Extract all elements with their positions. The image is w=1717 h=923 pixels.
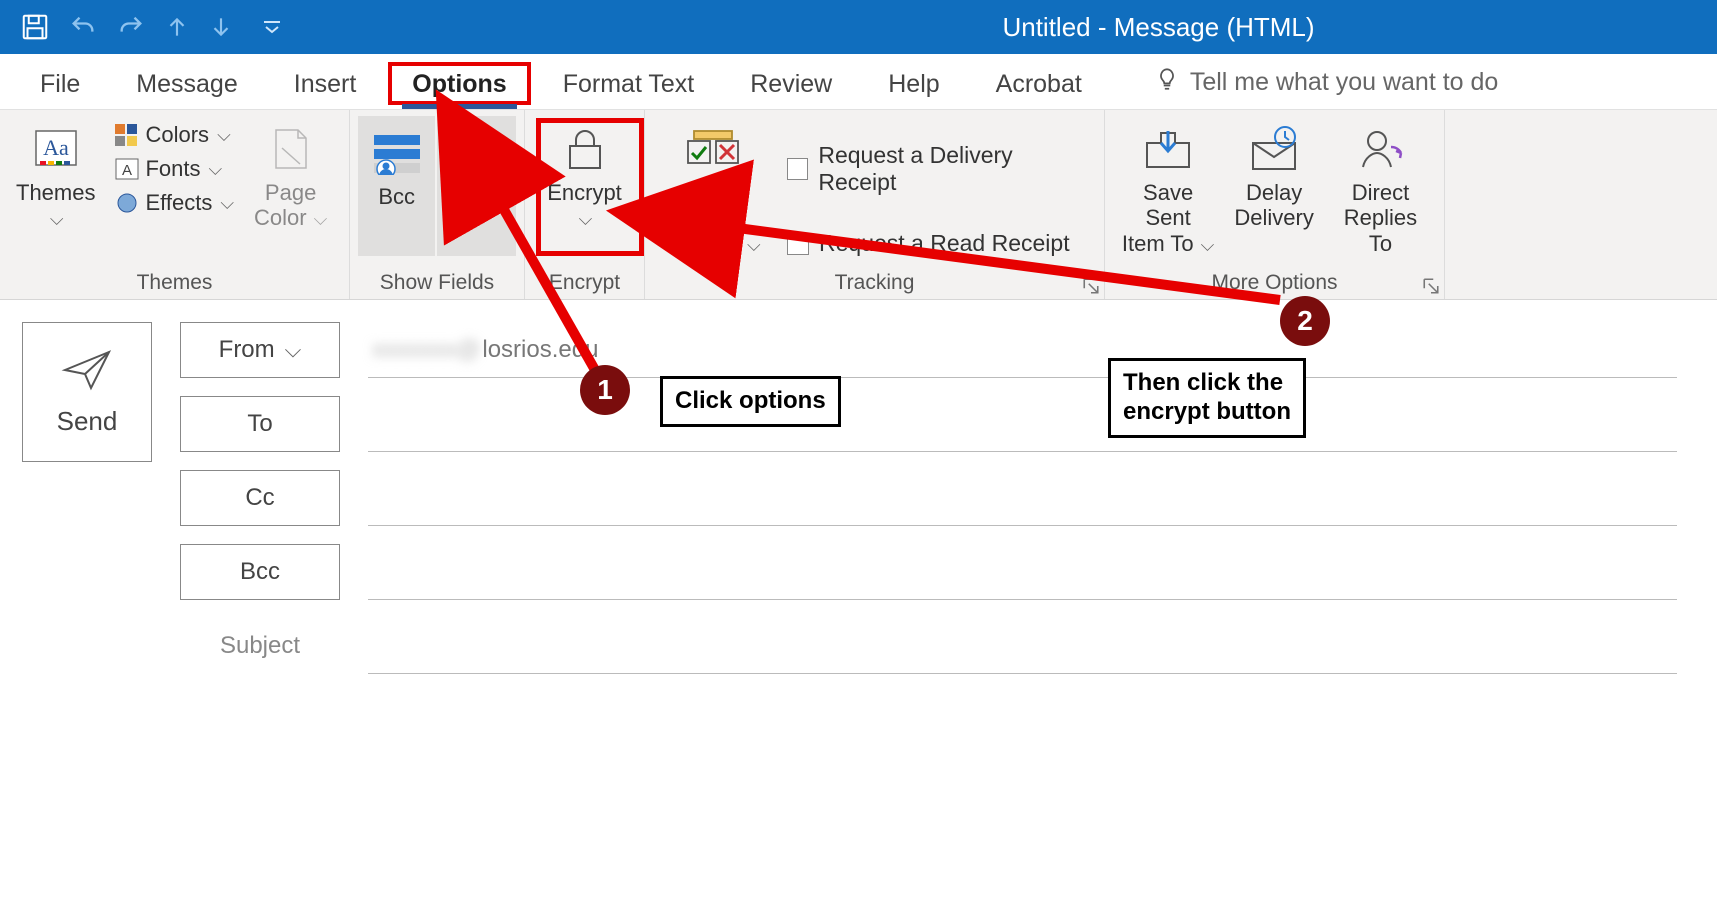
up-arrow-icon[interactable] — [164, 12, 190, 42]
page-color-label: Page Color — [254, 180, 316, 230]
subject-label: Subject — [180, 618, 340, 674]
ribbon-tabs: File Message Insert Options Format Text … — [0, 54, 1717, 110]
lightbulb-icon — [1154, 66, 1180, 99]
chevron-down-icon: ⌵ — [50, 209, 64, 229]
compose-area: Send From ⌵ To Cc Bcc Subject xxxxxxx@lo… — [0, 300, 1717, 674]
down-arrow-icon[interactable] — [208, 12, 234, 42]
undo-icon[interactable] — [68, 13, 98, 41]
save-sent-button[interactable]: Save Sent Item To ⌵ — [1113, 116, 1223, 260]
tell-me-search[interactable]: Tell me what you want to do — [1140, 56, 1513, 109]
qat-customize-icon[interactable] — [262, 19, 282, 35]
effects-button[interactable]: Effects ⌵ — [109, 188, 240, 218]
direct-replies-button[interactable]: Direct Replies To — [1325, 116, 1436, 260]
bcc-button[interactable]: Bcc — [358, 116, 435, 256]
save-sent-label: Save Sent Item To — [1122, 180, 1194, 256]
group-tracking: Use Voting Buttons ⌵ Request a Delivery … — [645, 110, 1105, 299]
chevron-down-icon: ⌵ — [209, 159, 223, 180]
from-btn-label: From — [219, 336, 275, 364]
tab-insert[interactable]: Insert — [266, 58, 385, 109]
colors-button[interactable]: Colors ⌵ — [109, 120, 240, 150]
tab-options[interactable]: Options — [384, 58, 534, 109]
dialog-launcher-icon[interactable] — [1422, 277, 1440, 295]
from-label: From — [451, 184, 502, 209]
to-input[interactable] — [368, 396, 1677, 452]
from-dropdown-button[interactable]: From ⌵ — [180, 322, 340, 378]
bcc-field-button[interactable]: Bcc — [180, 544, 340, 600]
chevron-down-icon: ⌵ — [1196, 235, 1215, 255]
tab-acrobat[interactable]: Acrobat — [968, 58, 1110, 109]
cc-input[interactable] — [368, 470, 1677, 526]
delivery-receipt-checkbox[interactable]: Request a Delivery Receipt — [779, 134, 1096, 204]
chevron-down-icon: ⌵ — [217, 125, 231, 146]
svg-text:A: A — [122, 162, 132, 179]
group-show-fields-label: Show Fields — [358, 267, 516, 297]
group-show-fields: Bcc From Show Fields — [350, 110, 525, 299]
encrypt-button[interactable]: Encrypt ⌵ — [539, 116, 630, 235]
bcc-label: Bcc — [378, 184, 415, 209]
fonts-label: Fonts — [145, 156, 200, 182]
fonts-button[interactable]: A Fonts ⌵ — [109, 154, 240, 184]
page-color-button[interactable]: Page Color ⌵ — [246, 116, 335, 235]
group-more-options: Save Sent Item To ⌵ Delay Delivery Direc… — [1105, 110, 1445, 299]
read-receipt-checkbox[interactable]: Request a Read Receipt — [779, 222, 1096, 265]
chevron-down-icon: ⌵ — [220, 193, 234, 214]
bcc-input[interactable] — [368, 544, 1677, 600]
ribbon: Aa Themes⌵ Colors⌵ A Fonts⌵ Effects⌵ — [0, 110, 1717, 300]
delivery-receipt-label: Request a Delivery Receipt — [818, 142, 1088, 196]
group-encrypt-label: Encrypt — [533, 267, 636, 297]
group-themes: Aa Themes⌵ Colors⌵ A Fonts⌵ Effects⌵ — [0, 110, 350, 299]
delay-delivery-label: Delay Delivery — [1234, 180, 1313, 231]
themes-label: Themes — [16, 180, 95, 205]
checkbox-icon — [787, 233, 809, 255]
voting-label: Use Voting Buttons — [665, 180, 743, 256]
encrypt-label: Encrypt — [547, 180, 622, 205]
field-inputs-column: xxxxxxx@losrios.edu — [368, 322, 1717, 674]
send-label: Send — [57, 406, 118, 437]
direct-replies-label: Direct Replies To — [1333, 180, 1428, 256]
chevron-down-icon: ⌵ — [309, 209, 328, 229]
themes-button[interactable]: Aa Themes ⌵ — [8, 116, 103, 235]
colors-label: Colors — [145, 122, 209, 148]
from-button[interactable]: From — [437, 116, 516, 256]
from-value: xxxxxxx@losrios.edu — [368, 322, 1677, 378]
fonts-icon: A — [115, 158, 139, 180]
send-button[interactable]: Send — [22, 322, 152, 462]
quick-access-toolbar — [0, 12, 282, 42]
chevron-down-icon: ⌵ — [742, 235, 761, 255]
save-icon[interactable] — [20, 12, 50, 42]
tell-me-label: Tell me what you want to do — [1190, 68, 1499, 97]
tab-file[interactable]: File — [12, 58, 108, 109]
voting-button[interactable]: Use Voting Buttons ⌵ — [653, 116, 773, 260]
svg-text:Aa: Aa — [43, 135, 69, 160]
title-bar: Untitled - Message (HTML) — [0, 0, 1717, 54]
dialog-launcher-icon[interactable] — [1082, 277, 1100, 295]
group-encrypt: Encrypt ⌵ Encrypt — [525, 110, 645, 299]
chevron-down-icon: ⌵ — [285, 337, 302, 363]
redo-icon[interactable] — [116, 13, 146, 41]
group-more-options-label: More Options — [1113, 267, 1436, 297]
colors-icon — [115, 124, 139, 146]
group-tracking-label: Tracking — [653, 267, 1096, 297]
group-themes-label: Themes — [8, 267, 341, 297]
checkbox-icon — [787, 158, 808, 180]
delay-delivery-button[interactable]: Delay Delivery — [1229, 116, 1319, 235]
chevron-down-icon: ⌵ — [579, 209, 593, 229]
tab-help[interactable]: Help — [860, 58, 967, 109]
window-title: Untitled - Message (HTML) — [1002, 12, 1314, 43]
to-button[interactable]: To — [180, 396, 340, 452]
tab-format-text[interactable]: Format Text — [535, 58, 723, 109]
subject-input[interactable] — [368, 618, 1677, 674]
cc-button[interactable]: Cc — [180, 470, 340, 526]
effects-icon — [115, 192, 139, 214]
effects-label: Effects — [145, 190, 212, 216]
read-receipt-label: Request a Read Receipt — [819, 230, 1070, 257]
tab-review[interactable]: Review — [722, 58, 860, 109]
field-buttons-column: From ⌵ To Cc Bcc Subject — [180, 322, 340, 674]
tab-message[interactable]: Message — [108, 58, 265, 109]
